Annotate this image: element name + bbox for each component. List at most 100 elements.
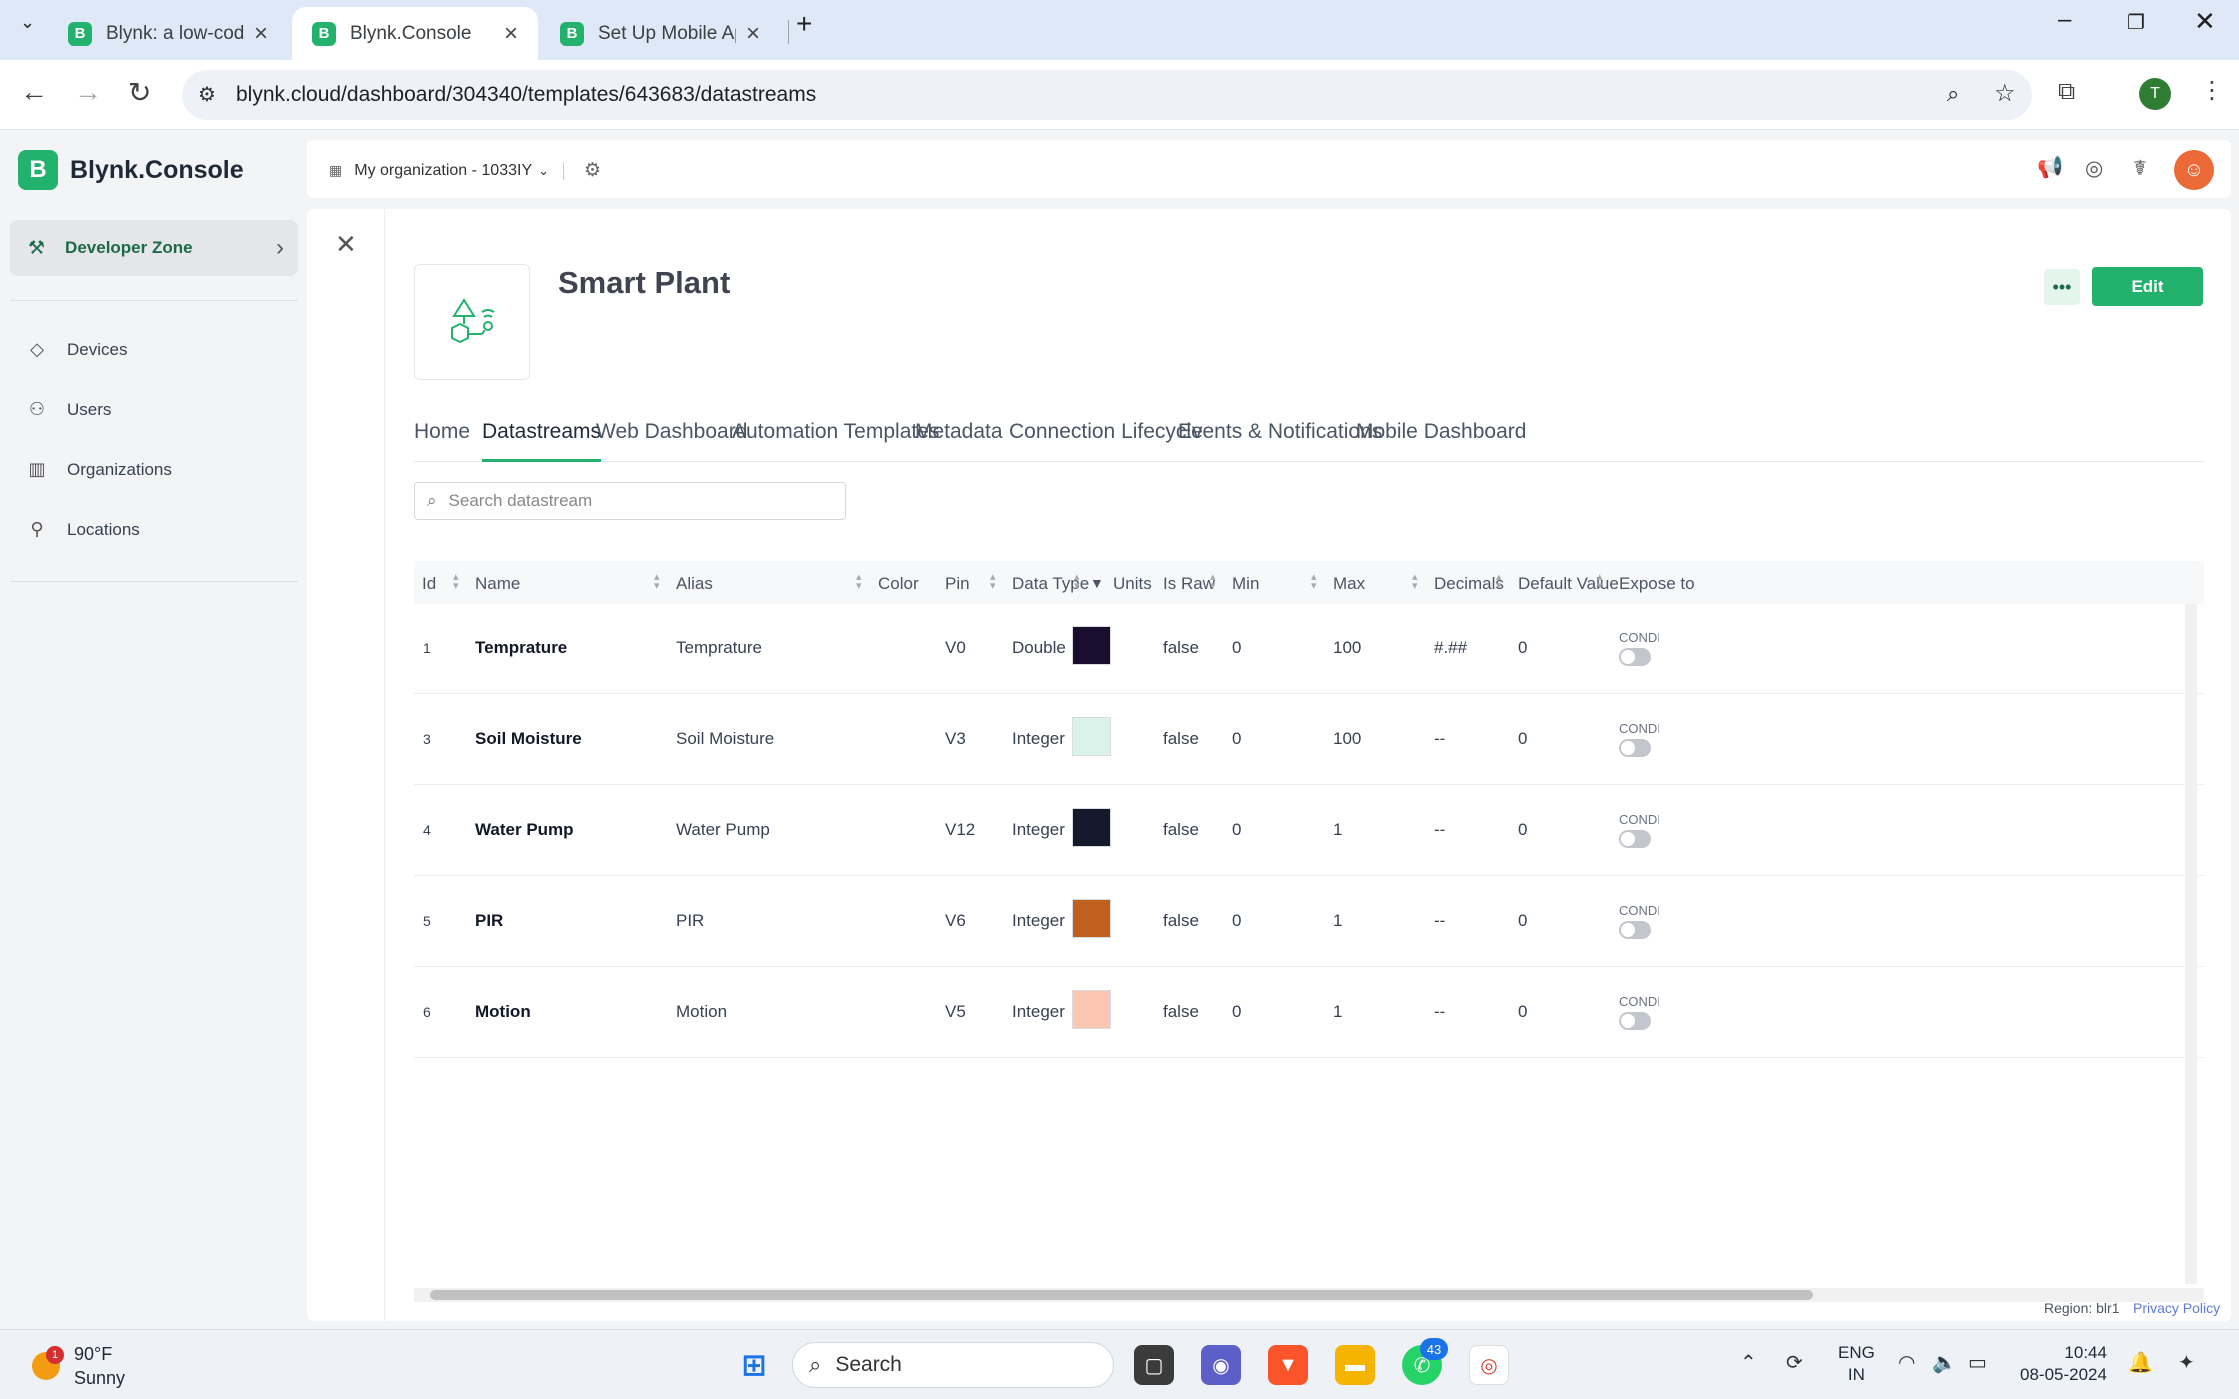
table-row[interactable]: 5 PIR PIR V6 Integer false 0 1 -- 0 COND… [414, 877, 2204, 967]
tab-automation-templates[interactable]: Automation Templates [732, 412, 939, 462]
close-window-icon[interactable]: ✕ [2194, 6, 2216, 37]
column-header-alias[interactable]: Alias [676, 574, 713, 594]
sort-icon[interactable]: ▴ ▾ [856, 572, 862, 592]
restore-icon[interactable]: ❐ [2127, 10, 2145, 35]
chrome-icon[interactable]: ◎ [1469, 1345, 1509, 1385]
cell-name[interactable]: Temprature [475, 638, 567, 658]
browser-tab-1[interactable]: B Blynk: a low-code IoT software × [48, 7, 288, 60]
copilot-icon[interactable]: ✦ [2178, 1350, 2195, 1375]
tab-connection-lifecycle[interactable]: Connection Lifecycle [1009, 412, 1203, 462]
table-row[interactable]: 1 Temprature Temprature V0 Double false … [414, 604, 2204, 694]
expose-toggle[interactable] [1619, 648, 1651, 666]
file-explorer-icon[interactable]: ▬ [1335, 1345, 1375, 1385]
template-image[interactable] [414, 264, 530, 380]
bookmark-star-icon[interactable]: ☆ [1994, 79, 2016, 108]
sort-icon[interactable]: ▴ ▾ [1074, 572, 1080, 592]
volume-icon[interactable]: 🔈 [1932, 1350, 1957, 1375]
zoom-icon[interactable]: ⌕ [1947, 81, 1959, 107]
show-hidden-icons[interactable]: ⌃ [1740, 1350, 1757, 1375]
browser-tab-2[interactable]: B Blynk.Console × [292, 7, 538, 60]
sidebar-item-devices[interactable]: ◇ Devices [27, 339, 127, 360]
clock[interactable]: 10:44 08-05-2024 [2020, 1342, 2107, 1386]
sort-icon[interactable]: ▴ ▾ [990, 572, 996, 592]
column-header-default-value[interactable]: Default Value [1518, 574, 1619, 594]
tab-search-icon[interactable]: ⌄ [20, 12, 35, 33]
edit-button[interactable]: Edit [2092, 267, 2203, 306]
tab-web-dashboard[interactable]: Web Dashboard [596, 412, 747, 462]
expose-toggle[interactable] [1619, 1012, 1651, 1030]
tab-home[interactable]: Home [414, 412, 470, 462]
filter-icon[interactable]: ▼ [1090, 575, 1104, 591]
help-lifebuoy-icon[interactable]: ◎ [2085, 156, 2103, 181]
close-tab-icon[interactable]: × [504, 20, 518, 48]
cell-name[interactable]: Motion [475, 1002, 531, 1022]
organization-selector[interactable]: ▦ My organization - 1033IY ⌄ ⚙ [329, 159, 601, 182]
table-row[interactable]: 4 Water Pump Water Pump V12 Integer fals… [414, 786, 2204, 876]
menu-kebab-icon[interactable]: ⋮ [2200, 76, 2224, 105]
column-header-decimals[interactable]: Decimals [1434, 574, 1504, 594]
wifi-icon[interactable]: ◠ [1898, 1350, 1915, 1375]
megaphone-icon[interactable]: 📢 [2037, 156, 2063, 180]
profile-avatar[interactable]: T [2139, 78, 2171, 110]
site-info-icon[interactable]: ⚙ [198, 82, 216, 107]
taskbar-search[interactable]: ⌕ Search [792, 1342, 1114, 1388]
reload-icon[interactable]: ↻ [128, 76, 151, 109]
user-avatar[interactable]: ☺ [2174, 150, 2214, 190]
browser-tab-3[interactable]: B Set Up Mobile App Dashboard × [540, 7, 780, 60]
table-row[interactable]: 6 Motion Motion V5 Integer false 0 1 -- … [414, 968, 2204, 1058]
expose-toggle[interactable] [1619, 830, 1651, 848]
column-header-is-raw[interactable]: Is Raw [1163, 574, 1215, 594]
tab-mobile-dashboard[interactable]: Mobile Dashboard [1356, 412, 1526, 462]
scrollbar-thumb[interactable] [430, 1290, 1813, 1300]
bug-icon[interactable]: ☤ [2133, 156, 2147, 181]
expose-toggle[interactable] [1619, 921, 1651, 939]
close-tab-icon[interactable]: × [746, 20, 760, 48]
tab-events-notifications[interactable]: Events & Notifications [1178, 412, 1382, 462]
brand[interactable]: B Blynk.Console [18, 150, 244, 190]
cell-name[interactable]: PIR [475, 911, 503, 931]
column-header-id[interactable]: Id [422, 574, 436, 594]
forward-icon[interactable]: → [74, 76, 102, 108]
sidebar-item-organizations[interactable]: ▥ Organizations [27, 459, 171, 480]
column-header-max[interactable]: Max [1333, 574, 1365, 594]
settings-gear-icon[interactable]: ⚙ [584, 159, 601, 182]
sort-icon[interactable]: ▴ ▾ [1496, 572, 1502, 592]
weather-widget[interactable]: 1 90°F Sunny [32, 1342, 125, 1390]
task-view-icon[interactable]: ▢ [1134, 1345, 1174, 1385]
privacy-policy-link[interactable]: Privacy Policy [2133, 1300, 2220, 1316]
language-indicator[interactable]: ENG IN [1838, 1342, 1875, 1386]
teams-icon[interactable]: ◉ [1201, 1345, 1241, 1385]
horizontal-scrollbar[interactable] [414, 1288, 2204, 1302]
notification-bell-icon[interactable]: 🔔 [2128, 1350, 2153, 1375]
sync-icon[interactable]: ⟳ [1786, 1350, 1803, 1375]
sort-icon[interactable]: ▴ ▾ [654, 572, 660, 592]
brave-icon[interactable]: ▼ [1268, 1345, 1308, 1385]
extensions-icon[interactable]: ⧉ [2058, 78, 2075, 106]
developer-zone-button[interactable]: ⚒ Developer Zone › [10, 220, 298, 276]
tab-datastreams[interactable]: Datastreams [482, 412, 602, 462]
new-tab-icon[interactable]: + [796, 8, 812, 40]
url-input[interactable]: ⚙ blynk.cloud/dashboard/304340/templates… [182, 70, 2032, 120]
column-header-min[interactable]: Min [1232, 574, 1259, 594]
sort-icon[interactable]: ▴ ▾ [453, 572, 459, 592]
windows-start-icon[interactable]: ⊞ [734, 1345, 774, 1385]
sort-icon[interactable]: ▴ ▾ [1311, 572, 1317, 592]
minimize-icon[interactable]: – [2058, 6, 2071, 34]
more-options-button[interactable]: ••• [2044, 269, 2080, 305]
close-icon[interactable]: ✕ [335, 229, 357, 260]
column-header-name[interactable]: Name [475, 574, 520, 594]
back-icon[interactable]: ← [20, 76, 48, 108]
sidebar-item-users[interactable]: ⚇ Users [27, 399, 111, 420]
sidebar-item-locations[interactable]: ⚲ Locations [27, 519, 139, 540]
column-header-pin[interactable]: Pin [945, 574, 970, 594]
search-datastream-input[interactable]: ⌕ Search datastream [414, 482, 846, 520]
sort-icon[interactable]: ▴ ▾ [1597, 572, 1603, 592]
close-tab-icon[interactable]: × [254, 20, 268, 48]
battery-icon[interactable]: ▭ [1968, 1350, 1987, 1375]
table-row[interactable]: 3 Soil Moisture Soil Moisture V3 Integer… [414, 695, 2204, 785]
sort-icon[interactable]: ▴ ▾ [1412, 572, 1418, 592]
cell-name[interactable]: Soil Moisture [475, 729, 582, 749]
expose-toggle[interactable] [1619, 739, 1651, 757]
sort-icon[interactable]: ▴ ▾ [1210, 572, 1216, 592]
tab-metadata[interactable]: Metadata [915, 412, 1003, 462]
